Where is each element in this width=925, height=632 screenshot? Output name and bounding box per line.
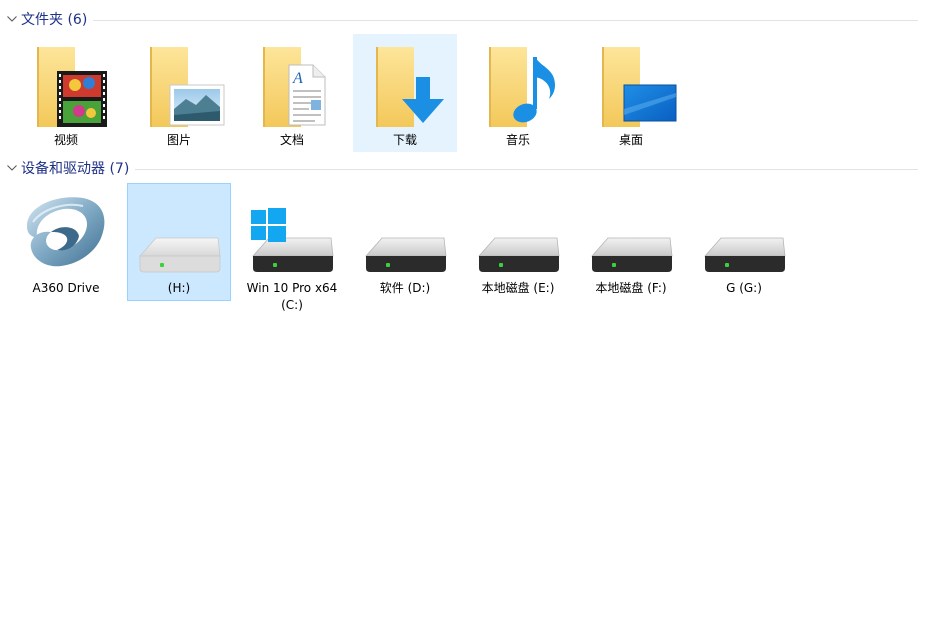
folder-label: 桌面 [618, 133, 643, 147]
chevron-down-icon[interactable] [4, 160, 20, 176]
drive-label: 本地磁盘 (F:) [595, 281, 667, 295]
drive-label-letter: (C:) [281, 298, 303, 312]
svg-text:A: A [292, 70, 303, 87]
drive-f[interactable]: 本地磁盘 (F:) [579, 183, 683, 301]
a360-drive-icon [17, 186, 117, 280]
drive-c[interactable]: Win 10 Pro x64 (C:) [240, 183, 344, 312]
drive-label: Win 10 Pro x64 [246, 281, 338, 295]
desktop-folder-icon [582, 37, 682, 131]
hard-drive-icon [356, 186, 456, 280]
folder-documents[interactable]: A 文档 [240, 34, 344, 152]
drive-a360[interactable]: A360 Drive [14, 183, 118, 301]
folder-music[interactable]: 音乐 [466, 34, 570, 152]
group-divider [93, 19, 918, 21]
folder-videos[interactable]: 视频 [14, 34, 118, 152]
hard-drive-icon [469, 186, 569, 280]
system-drive-icon [243, 186, 343, 280]
folder-label: 音乐 [505, 133, 530, 147]
hard-drive-icon [582, 186, 682, 280]
drive-label: 本地磁盘 (E:) [481, 281, 555, 295]
hard-drive-icon [695, 186, 795, 280]
folder-label: 视频 [53, 133, 78, 147]
folder-downloads[interactable]: 下载 [353, 34, 457, 152]
group-divider [135, 168, 918, 170]
drive-h[interactable]: (H:) [127, 183, 231, 301]
drive-d[interactable]: 软件 (D:) [353, 183, 457, 301]
folder-label: 图片 [166, 133, 191, 147]
folder-desktop[interactable]: 桌面 [579, 34, 683, 152]
drive-label: (H:) [167, 281, 191, 295]
drives-group-header[interactable]: 设备和驱动器 (7) [0, 157, 918, 179]
downloads-folder-icon [356, 37, 456, 131]
drive-label: A360 Drive [32, 281, 100, 295]
folder-pictures[interactable]: 图片 [127, 34, 231, 152]
drive-label: G (G:) [726, 281, 762, 295]
folder-label: 文档 [279, 133, 304, 147]
videos-folder-icon [17, 37, 117, 131]
hard-drive-icon [130, 186, 230, 280]
folders-group-title: 文件夹 (6) [21, 12, 88, 28]
drives-group-title: 设备和驱动器 (7) [21, 161, 130, 177]
chevron-down-icon[interactable] [4, 11, 20, 27]
music-folder-icon [469, 37, 569, 131]
folder-label: 下载 [392, 133, 417, 147]
folders-group-header[interactable]: 文件夹 (6) [0, 8, 918, 30]
documents-folder-icon: A [243, 37, 343, 131]
drive-label: 软件 (D:) [379, 281, 431, 295]
drive-e[interactable]: 本地磁盘 (E:) [466, 183, 570, 301]
pictures-folder-icon [130, 37, 230, 131]
drive-g[interactable]: G (G:) [692, 183, 796, 301]
